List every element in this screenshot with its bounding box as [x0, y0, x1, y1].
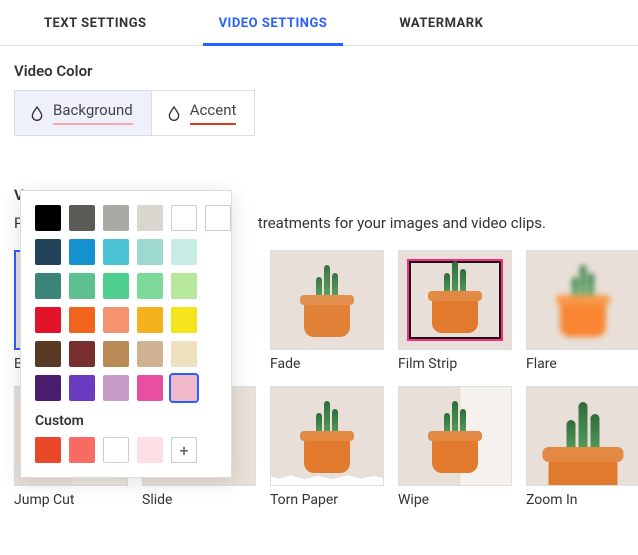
add-custom-color-button[interactable]: +	[171, 437, 197, 463]
color-swatch[interactable]	[103, 375, 129, 401]
tabs: TEXT SETTINGS VIDEO SETTINGS WATERMARK	[0, 0, 638, 46]
custom-color-swatch[interactable]	[103, 437, 129, 463]
color-swatch[interactable]	[137, 205, 163, 231]
color-mode-toggle: Background Accent	[14, 90, 255, 136]
custom-color-swatch[interactable]	[137, 437, 163, 463]
background-underline-swatch	[53, 123, 133, 125]
color-swatch[interactable]	[103, 273, 129, 299]
droplet-icon	[29, 105, 45, 121]
color-swatch[interactable]	[171, 239, 197, 265]
color-swatch[interactable]	[103, 341, 129, 367]
style-card-tornpaper: Torn Paper	[270, 386, 384, 508]
color-swatch[interactable]	[137, 341, 163, 367]
color-swatch[interactable]	[103, 239, 129, 265]
swatch-grid	[35, 205, 217, 401]
color-swatch[interactable]	[35, 375, 61, 401]
accent-underline-swatch	[190, 123, 237, 125]
style-thumb-flare[interactable]	[526, 250, 638, 350]
background-color-button[interactable]: Background	[15, 91, 151, 135]
content: Video Color Background Accent V Pxxxxxxx…	[0, 46, 638, 508]
color-swatch[interactable]	[171, 205, 197, 231]
color-swatch[interactable]	[69, 307, 95, 333]
style-label: Jump Cut	[14, 492, 128, 508]
video-color-label: Video Color	[14, 62, 624, 80]
style-card-flare: Flare	[526, 250, 638, 372]
color-swatch[interactable]	[137, 375, 163, 401]
custom-color-swatch[interactable]	[35, 437, 61, 463]
color-swatch[interactable]	[137, 273, 163, 299]
color-swatch[interactable]	[103, 307, 129, 333]
custom-color-swatch[interactable]	[69, 437, 95, 463]
style-label: Torn Paper	[270, 492, 384, 508]
tab-video-settings[interactable]: VIDEO SETTINGS	[183, 0, 364, 45]
color-swatch[interactable]	[35, 273, 61, 299]
accent-color-button[interactable]: Accent	[151, 91, 255, 135]
color-picker-popover: Custom +	[20, 190, 232, 478]
style-label: Zoom In	[526, 492, 638, 508]
style-label: Slide	[142, 492, 256, 508]
style-thumb-wipe[interactable]	[398, 386, 512, 486]
color-swatch[interactable]	[69, 205, 95, 231]
color-swatch[interactable]	[103, 205, 129, 231]
style-thumb-zoomin[interactable]	[526, 386, 638, 486]
color-swatch[interactable]	[35, 239, 61, 265]
tab-text-settings[interactable]: TEXT SETTINGS	[8, 0, 183, 45]
color-swatch[interactable]	[171, 307, 197, 333]
style-thumb-fade[interactable]	[270, 250, 384, 350]
style-card-fade: Fade	[270, 250, 384, 372]
color-swatch[interactable]	[137, 307, 163, 333]
style-label: Fade	[270, 356, 384, 372]
style-thumb-tornpaper[interactable]	[270, 386, 384, 486]
style-label: Film Strip	[398, 356, 512, 372]
droplet-icon	[166, 105, 182, 121]
color-swatch[interactable]	[69, 273, 95, 299]
color-swatch[interactable]	[69, 341, 95, 367]
custom-color-row: +	[35, 437, 217, 463]
color-swatch[interactable]	[35, 205, 61, 231]
style-card-zoomin: Zoom In	[526, 386, 638, 508]
tab-watermark[interactable]: WATERMARK	[363, 0, 519, 45]
background-color-label: Background	[53, 101, 133, 119]
color-swatch[interactable]	[205, 205, 231, 231]
color-swatch[interactable]	[35, 341, 61, 367]
style-thumb-filmstrip[interactable]	[398, 250, 512, 350]
color-swatch[interactable]	[35, 307, 61, 333]
style-card-wipe: Wipe	[398, 386, 512, 508]
color-swatch[interactable]	[171, 273, 197, 299]
custom-colors-label: Custom	[35, 413, 217, 429]
style-label: Flare	[526, 356, 638, 372]
color-swatch[interactable]	[171, 375, 197, 401]
color-swatch[interactable]	[69, 239, 95, 265]
style-label: Wipe	[398, 492, 512, 508]
color-swatch[interactable]	[171, 341, 197, 367]
color-swatch[interactable]	[69, 375, 95, 401]
accent-color-label: Accent	[190, 101, 237, 119]
style-card-filmstrip: Film Strip	[398, 250, 512, 372]
color-swatch[interactable]	[137, 239, 163, 265]
